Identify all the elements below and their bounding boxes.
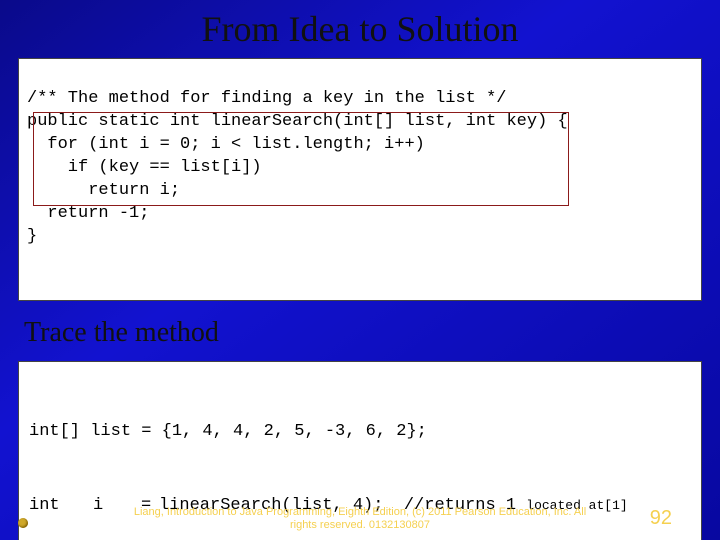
code-line: return i; [27, 181, 180, 200]
code-line: return -1; [27, 204, 149, 223]
slide: From Idea to Solution /** The method for… [0, 0, 720, 540]
code-line: for (int i = 0; i < list.length; i++) [27, 135, 425, 154]
footer-line: rights reserved. 0132130807 [290, 519, 430, 531]
code-line: } [27, 227, 37, 246]
footer-line: Liang, Introduction to Java Programming,… [134, 506, 586, 518]
trace-decl: int[] list = {1, 4, 4, 2, 5, -3, 6, 2}; [29, 420, 691, 445]
subtitle: Trace the method [24, 317, 702, 349]
page-number: 92 [650, 507, 672, 530]
code-line: public static int linearSearch(int[] lis… [27, 112, 568, 131]
footer: Liang, Introduction to Java Programming,… [0, 506, 720, 532]
slide-title: From Idea to Solution [18, 8, 702, 50]
code-block-method: /** The method for finding a key in the … [18, 58, 702, 301]
code-line: if (key == list[i]) [27, 158, 262, 177]
code-line: /** The method for finding a key in the … [27, 89, 506, 108]
